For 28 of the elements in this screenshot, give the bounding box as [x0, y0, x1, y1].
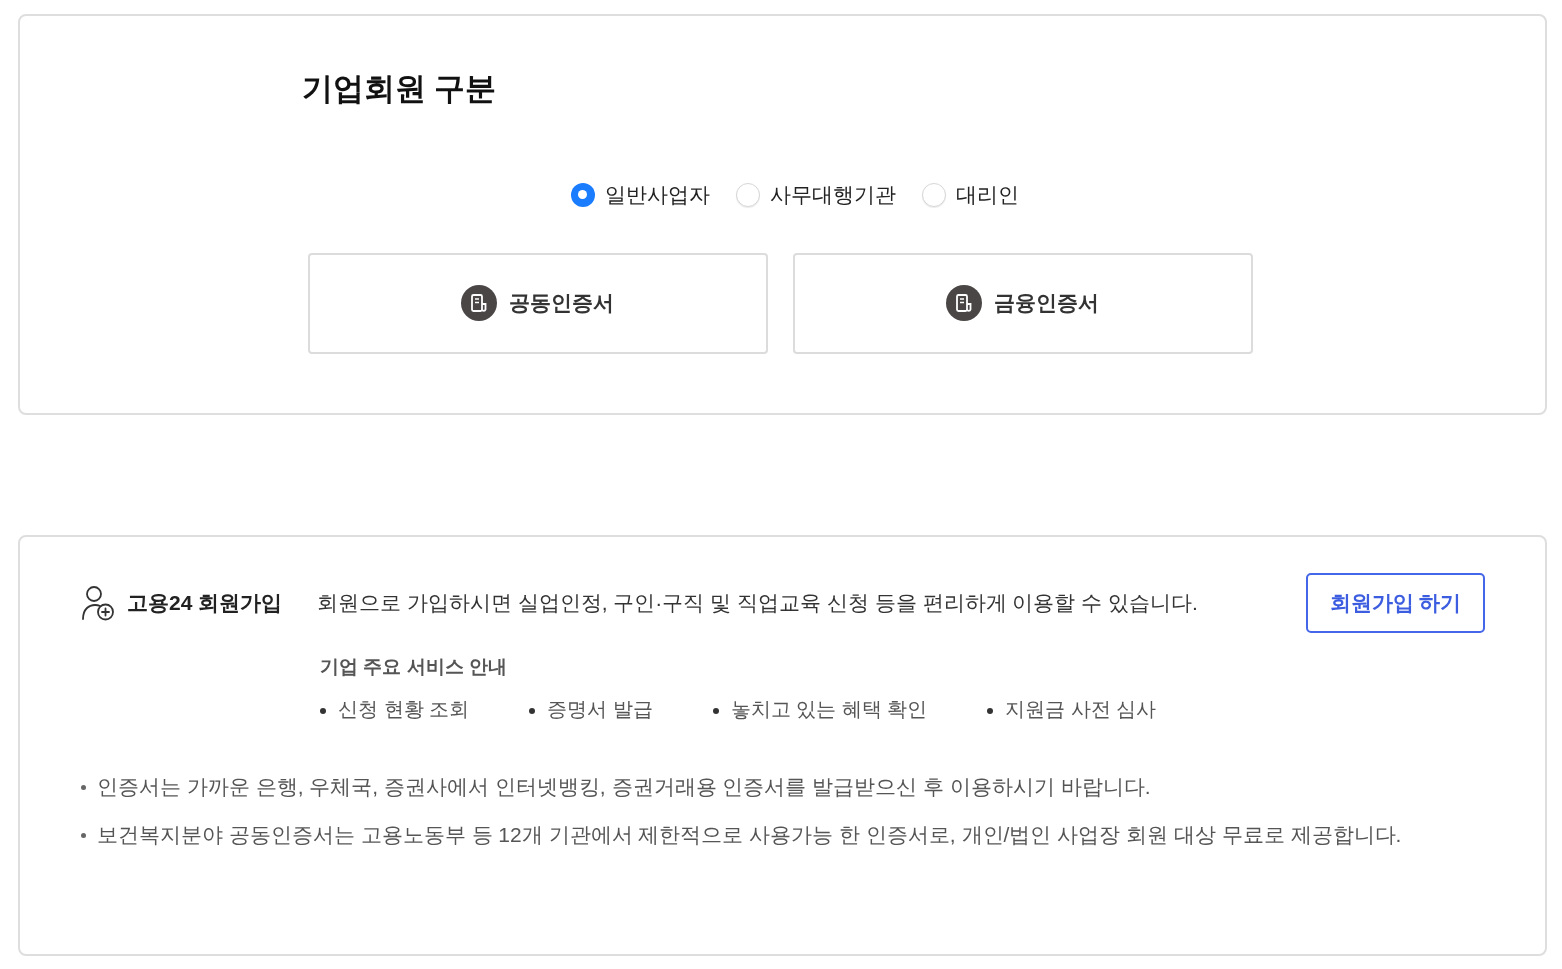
- section-title: 기업회원 구분: [301, 70, 497, 108]
- service-item: 놓치고 있는 혜택 확인: [730, 697, 928, 722]
- user-add-icon: [81, 585, 115, 621]
- note-text: 보건복지분야 공동인증서는 고용노동부 등 12개 기관에서 제한적으로 사용가능 한 인증서로, 개인/법인 사업장 회원 대상 무료로 제공합니다.: [97, 822, 1402, 848]
- certificate-icon: [946, 285, 982, 321]
- radio-button[interactable]: [735, 182, 760, 207]
- service-item: 증명서 발급: [547, 697, 653, 722]
- certificate-button[interactable]: 금융인증서: [792, 252, 1253, 354]
- bullet-icon: [529, 708, 536, 714]
- bullet-icon: [712, 708, 719, 714]
- service-item: 지원금 사전 심사: [1005, 697, 1157, 722]
- bullet-icon: [81, 832, 86, 838]
- radio-label[interactable]: 대리인: [955, 179, 1019, 211]
- signup-title: 고용24 회원가입: [127, 590, 283, 617]
- signup-description: 회원으로 가입하시면 실업인정, 구인·구직 및 직업교육 신청 등을 편리하게 이용할 수 있습니다.: [317, 590, 1199, 617]
- services-title: 기업 주요 서비스 안내: [320, 655, 507, 679]
- certificate-icon: [461, 285, 497, 321]
- signup-button[interactable]: 회원가입 하기: [1306, 573, 1485, 633]
- bullet-icon: [81, 784, 86, 790]
- bullet-icon: [320, 708, 326, 714]
- radio-button[interactable]: [921, 182, 946, 207]
- radio-label[interactable]: 일반사업자: [604, 179, 710, 211]
- service-item: 신청 현황 조회: [338, 697, 470, 722]
- bullet-icon: [987, 708, 994, 714]
- radio-button[interactable]: [570, 182, 595, 207]
- note-text: 인증서는 가까운 은행, 우체국, 증권사에서 인터넷뱅킹, 증권거래용 인증서를 발급받으신 후 이용하시기 바랍니다.: [97, 774, 1151, 800]
- certificate-button[interactable]: 공동인증서: [307, 252, 768, 354]
- radio-label[interactable]: 사무대행기관: [769, 179, 896, 211]
